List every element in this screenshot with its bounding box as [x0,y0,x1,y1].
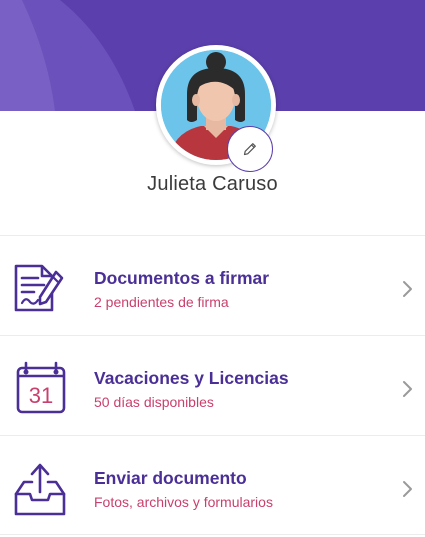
menu-item-subtitle: 50 días disponibles [94,394,214,410]
upload-tray-icon [14,463,66,516]
menu-item-title: Enviar documento [94,468,247,488]
menu-item-vacaciones[interactable]: 31 Vacaciones y Licencias 50 días dispon… [0,335,425,435]
chevron-right-icon [403,281,412,297]
pencil-icon [243,143,256,156]
user-name: Julieta Caruso [147,173,278,195]
calendar-icon: 31 [16,361,66,414]
menu-item-title: Vacaciones y Licencias [94,368,289,388]
main-menu: Documentos a firmar 2 pendientes de firm… [0,235,425,535]
calendar-day-number: 31 [29,383,53,408]
chevron-right-icon [403,481,412,497]
menu-item-subtitle: Fotos, archivos y formularios [94,494,273,510]
chevron-right-icon [403,381,412,397]
menu-item-subtitle: 2 pendientes de firma [94,294,229,310]
sign-document-icon [14,264,64,312]
menu-item-documentos[interactable]: Documentos a firmar 2 pendientes de firm… [0,235,425,335]
menu-item-title: Documentos a firmar [94,268,270,288]
menu-item-enviar[interactable]: Enviar documento Fotos, archivos y formu… [0,435,425,535]
edit-avatar-button[interactable] [227,126,273,172]
